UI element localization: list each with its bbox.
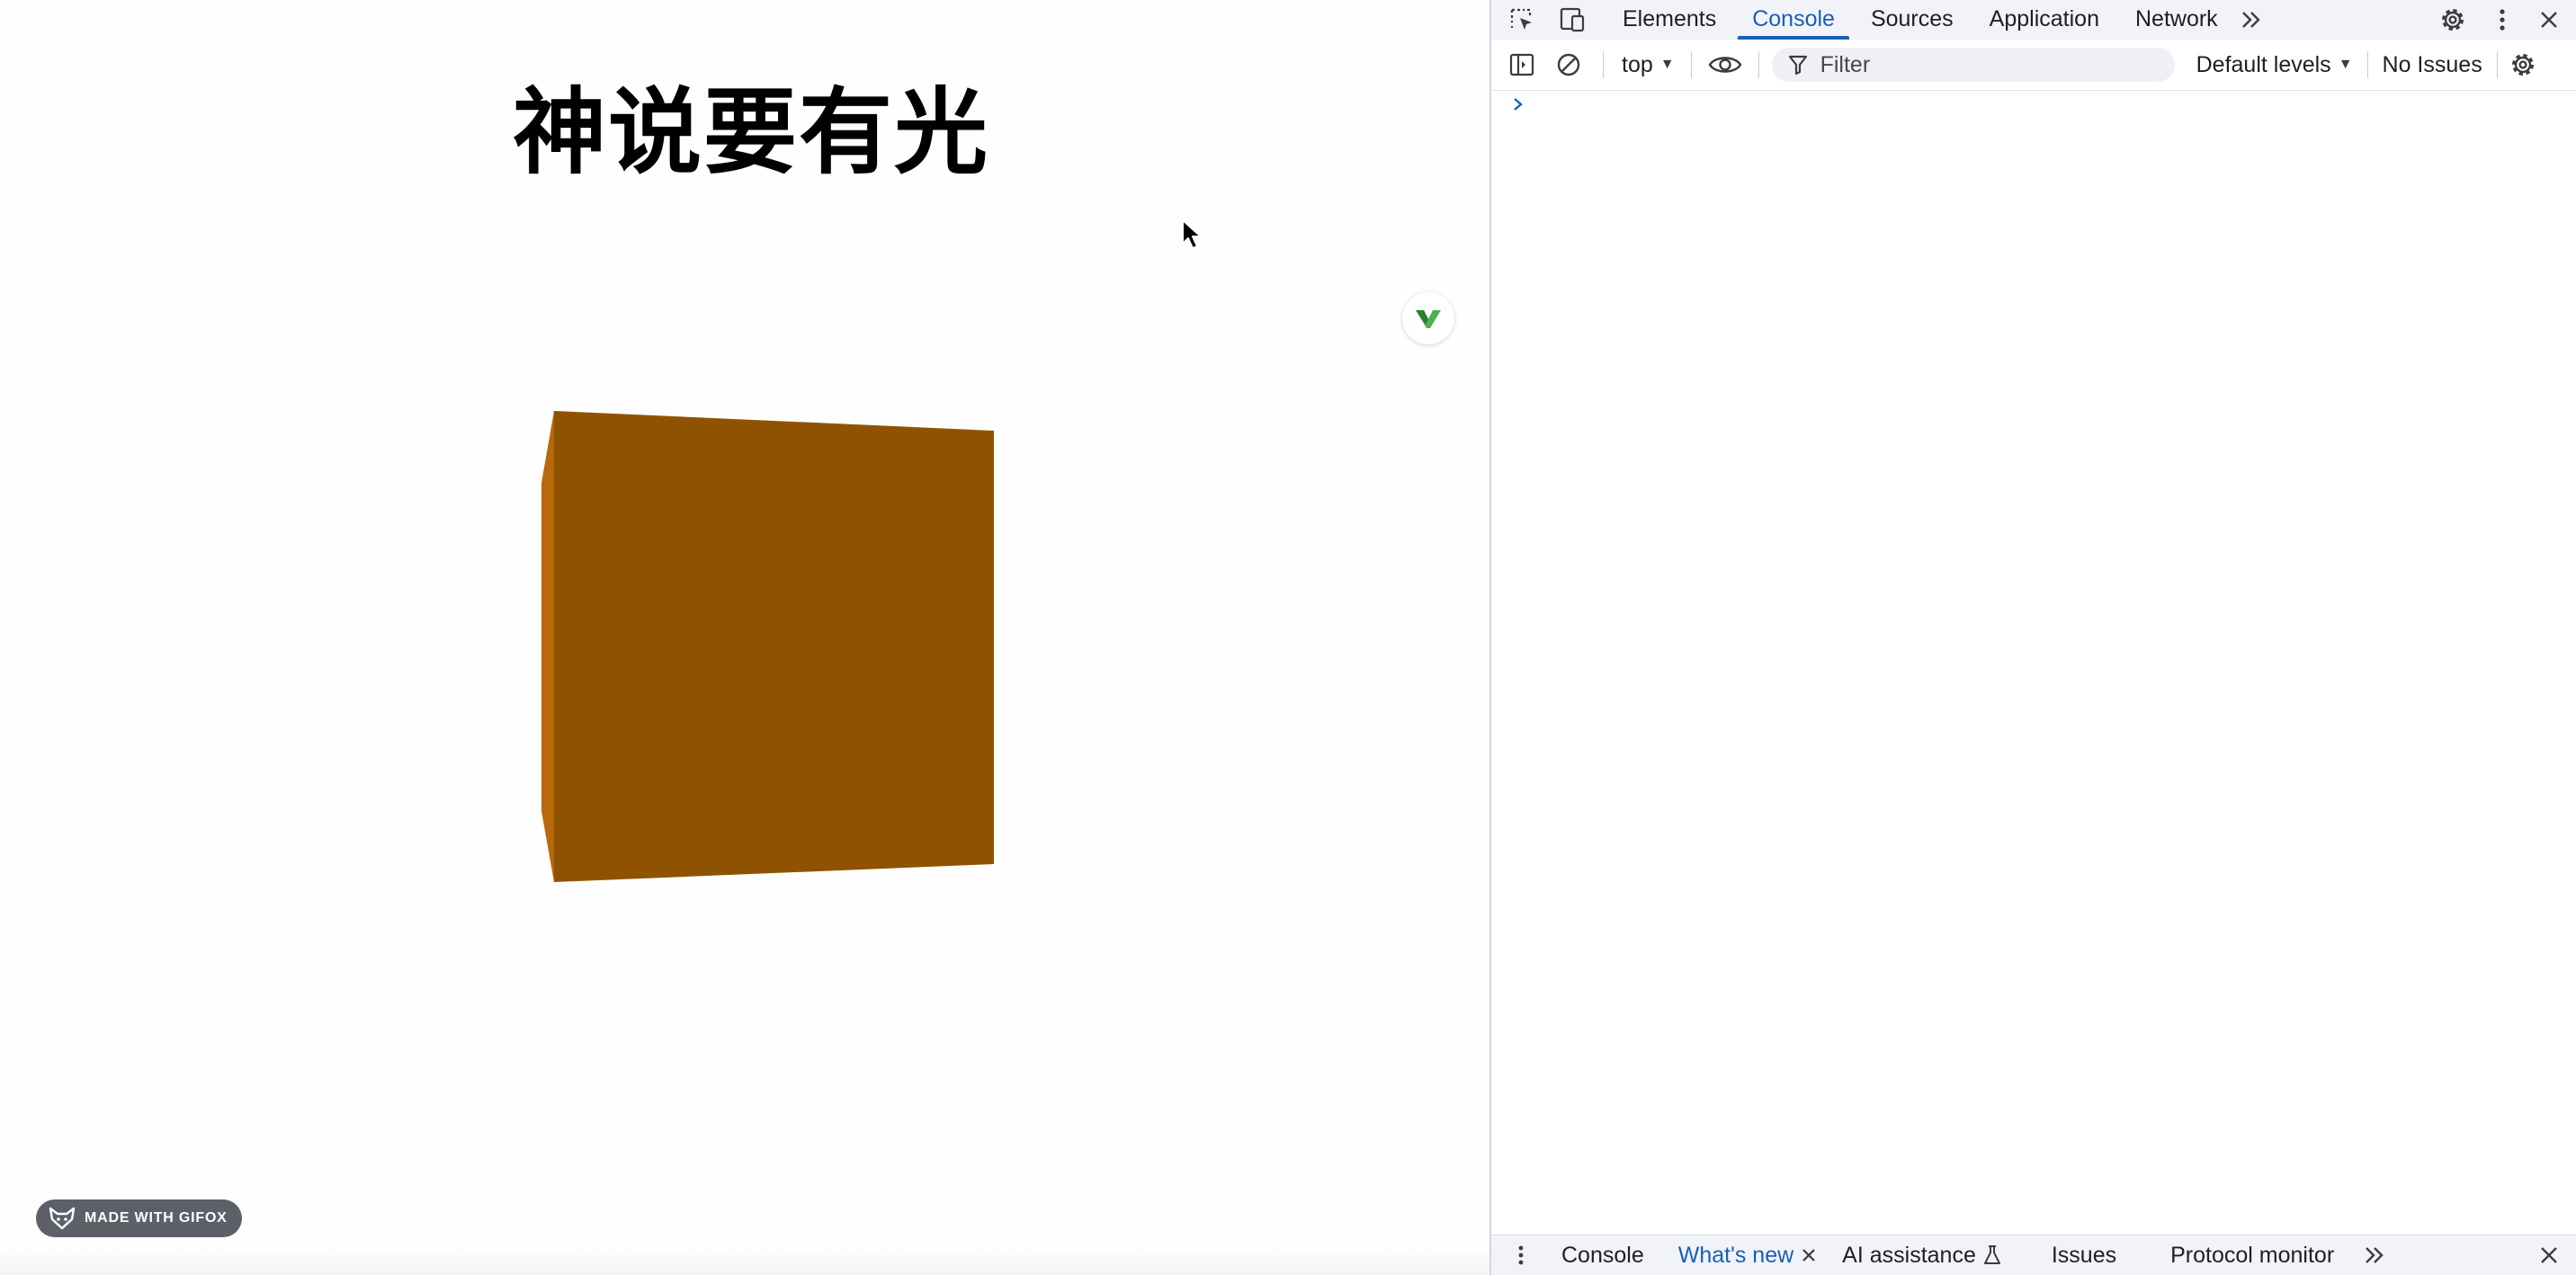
drawer-menu-icon[interactable] — [1507, 1243, 1534, 1268]
devtools-panel: Elements Console Sources Application Net… — [1489, 0, 2576, 1275]
cube-side-face — [541, 411, 554, 882]
fox-logo-icon — [49, 1207, 76, 1230]
toolbar-divider — [1690, 51, 1692, 78]
log-levels-label: Default levels — [2196, 51, 2331, 77]
drawer-tab-console[interactable]: Console — [1561, 1243, 1644, 1269]
console-prompt-chevron-icon[interactable] — [1511, 94, 1525, 115]
page-bottom-edge — [0, 1248, 1489, 1275]
log-levels-dropdown[interactable]: Default levels ▼ — [2196, 52, 2353, 78]
more-tabs-icon[interactable] — [2236, 10, 2267, 30]
page-heading: 神说要有光 — [513, 77, 990, 187]
issues-counter[interactable]: No Issues — [2383, 52, 2482, 78]
toolbar-divider — [1758, 51, 1759, 78]
gifox-label: MADE WITH GIFOX — [85, 1210, 228, 1226]
extension-badge[interactable] — [1402, 292, 1454, 344]
more-drawer-tabs-icon[interactable] — [2359, 1245, 2390, 1265]
kebab-menu-icon[interactable] — [2484, 6, 2520, 33]
devtools-drawer-tabbar: Console What's new AI assistance Issues … — [1491, 1235, 2576, 1275]
close-tab-icon[interactable] — [1801, 1247, 1817, 1263]
drawer-tab-issues[interactable]: Issues — [2052, 1243, 2116, 1269]
cube-front-face — [554, 411, 994, 882]
gifox-watermark: MADE WITH GIFOX — [36, 1199, 242, 1237]
device-toolbar-icon[interactable] — [1554, 6, 1590, 33]
toolbar-divider — [2496, 51, 2498, 78]
extension-logo-icon — [1416, 310, 1441, 328]
drawer-tab-ai-assistance[interactable]: AI assistance — [1842, 1243, 2001, 1269]
devtools-tabbar: Elements Console Sources Application Net… — [1491, 0, 2576, 40]
3d-cube-canvas[interactable] — [531, 400, 1016, 886]
drawer-tab-protocol-monitor[interactable]: Protocol monitor — [2170, 1243, 2334, 1269]
tab-elements[interactable]: Elements — [1605, 0, 1734, 40]
close-devtools-icon[interactable] — [2531, 9, 2567, 31]
tab-sources[interactable]: Sources — [1853, 0, 1972, 40]
tab-console[interactable]: Console — [1734, 0, 1853, 40]
tab-network[interactable]: Network — [2117, 0, 2236, 40]
close-drawer-icon[interactable] — [2531, 1244, 2567, 1266]
tab-application[interactable]: Application — [1972, 0, 2117, 40]
toolbar-divider — [2366, 51, 2368, 78]
dropdown-caret-icon: ▼ — [1659, 57, 1675, 72]
toolbar-divider — [1603, 51, 1604, 78]
live-expression-eye-icon[interactable] — [1704, 53, 1746, 76]
flask-icon — [1983, 1245, 2000, 1264]
clear-console-icon[interactable] — [1551, 51, 1587, 78]
filter-field[interactable] — [1771, 48, 2175, 82]
web-page-viewport: 神说要有光 MADE WITH GIFOX — [0, 0, 1489, 1275]
drawer-tab-ai-assistance-label: AI assistance — [1842, 1242, 1976, 1268]
drawer-tab-whats-new-label: What's new — [1677, 1242, 1794, 1268]
dropdown-caret-icon: ▼ — [2338, 57, 2353, 72]
mouse-cursor-icon — [1182, 219, 1202, 249]
settings-gear-icon[interactable] — [2434, 5, 2472, 34]
context-label: top — [1622, 51, 1653, 77]
filter-funnel-icon — [1788, 55, 1807, 76]
context-selector[interactable]: top ▼ — [1622, 52, 1675, 78]
filter-input[interactable] — [1818, 50, 2164, 79]
inspect-element-icon[interactable] — [1504, 6, 1540, 33]
sidebar-toggle-icon[interactable] — [1504, 51, 1540, 78]
console-toolbar: top ▼ Default levels ▼ No Issues — [1491, 40, 2576, 91]
console-settings-gear-icon[interactable] — [2505, 50, 2541, 79]
drawer-tab-whats-new[interactable]: What's new — [1678, 1243, 1817, 1269]
